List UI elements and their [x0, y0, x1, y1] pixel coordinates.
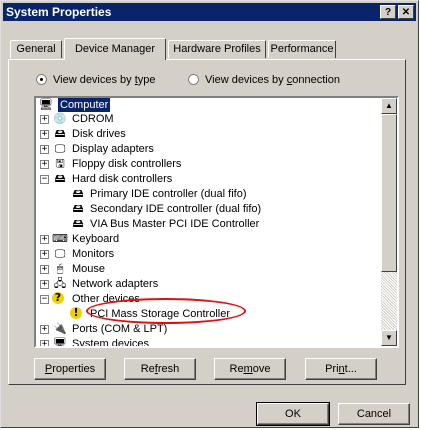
highlight-circle [86, 298, 246, 324]
warning-device-icon: ! [70, 307, 82, 319]
network-adapter-icon: 🖧 [53, 277, 67, 290]
arrow-up-icon: ▲ [385, 101, 393, 110]
collapse-icon[interactable]: − [40, 295, 49, 304]
scroll-down-button[interactable]: ▼ [381, 330, 397, 346]
cancel-button[interactable]: Cancel [338, 403, 410, 425]
properties-button[interactable]: Properties [34, 358, 106, 380]
button-label: Re [140, 363, 155, 375]
option-label-rest: ype [137, 74, 156, 86]
button-label: OK [285, 408, 301, 420]
hard-disk-controller-icon: 🖴 [54, 172, 66, 185]
tree-item-label: System devices [72, 338, 150, 348]
expand-icon[interactable]: + [40, 130, 49, 139]
ide-controller-icon: 🖴 [72, 217, 84, 230]
tab-hardware-profiles[interactable]: Hardware Profiles [168, 40, 266, 58]
tree-item-label: Disk drives [72, 128, 126, 140]
scroll-up-button[interactable]: ▲ [381, 98, 397, 114]
expand-icon[interactable]: + [40, 340, 49, 346]
cdrom-icon: 💿 [53, 112, 67, 125]
system-devices-icon: 🖥 [53, 337, 67, 348]
keyboard-icon: ⌨ [52, 232, 68, 245]
disk-drive-icon: 🖴 [54, 127, 66, 140]
expand-icon[interactable]: + [40, 235, 49, 244]
ide-controller-icon: 🖴 [72, 202, 84, 215]
display-adapter-icon: 🖵 [54, 142, 66, 155]
expand-icon[interactable]: + [40, 250, 49, 259]
expand-icon[interactable]: + [40, 160, 49, 169]
title-bar[interactable]: System Properties ? ✕ [3, 3, 416, 21]
refresh-button[interactable]: Refresh [124, 358, 196, 380]
close-button[interactable]: ✕ [398, 5, 414, 19]
help-button[interactable]: ? [380, 5, 396, 19]
button-label: Re [229, 363, 244, 375]
tree-item-label: Keyboard [72, 233, 120, 245]
monitor-icon: 🖵 [54, 247, 66, 260]
expand-icon[interactable]: + [40, 280, 49, 289]
button-label-rest: t... [344, 363, 357, 375]
window-title: System Properties [6, 5, 112, 19]
tree-item-label: Monitors [72, 248, 115, 260]
button-label: roperties [52, 363, 96, 375]
help-icon: ? [384, 7, 392, 18]
tab-performance[interactable]: Performance [268, 40, 336, 58]
expand-icon[interactable]: + [40, 145, 49, 154]
print-button[interactable]: Print... [305, 358, 377, 380]
button-label-rest: ove [252, 363, 271, 375]
tree-item-label: CDROM [72, 113, 114, 125]
tab-label: Device Manager [74, 43, 156, 55]
mouse-icon: 🖱 [56, 262, 64, 275]
button-label: Cancel [356, 408, 392, 420]
ok-button[interactable]: OK [256, 402, 330, 426]
tree-item-label: Mouse [72, 263, 106, 275]
tree-item-label: Secondary IDE controller (dual fifo) [90, 203, 262, 215]
view-by-connection-option[interactable]: View devices by connection [188, 73, 340, 87]
tree-item-label: Hard disk controllers [72, 173, 173, 185]
expand-icon[interactable]: + [40, 325, 49, 334]
tab-label: Hardware Profiles [173, 43, 261, 55]
button-label-rest: resh [157, 363, 180, 375]
tree-item-label: Network adapters [72, 278, 159, 290]
port-icon: 🔌 [53, 322, 67, 335]
unknown-device-icon: ? [52, 292, 64, 304]
tab-general[interactable]: General [10, 40, 62, 58]
collapse-icon[interactable]: − [40, 175, 49, 184]
arrow-down-icon: ▼ [385, 333, 393, 342]
floppy-controller-icon: 🖫 [55, 157, 65, 170]
tab-label: General [16, 43, 56, 55]
option-label: View devices by [53, 74, 135, 86]
radio-button-selected[interactable] [36, 74, 47, 85]
close-icon: ✕ [401, 7, 411, 18]
expand-icon[interactable]: + [40, 115, 49, 124]
tree-item-label: Primary IDE controller (dual fifo) [90, 188, 247, 200]
vertical-scrollbar[interactable]: ▲ ▼ [381, 98, 397, 346]
ide-controller-icon: 🖴 [72, 187, 84, 200]
computer-icon: 🖥 [39, 98, 53, 111]
button-label-accelerator: m [243, 363, 253, 375]
option-label-rest: onnection [292, 74, 340, 86]
option-label: View devices by [205, 74, 287, 86]
tree-item-label: Floppy disk controllers [72, 158, 182, 170]
radio-button[interactable] [188, 74, 199, 85]
tree-item-label: VIA Bus Master PCI IDE Controller [90, 218, 260, 230]
tab-label: Performance [270, 43, 334, 55]
expand-icon[interactable]: + [40, 265, 49, 274]
tree-item-label: Ports (COM & LPT) [72, 323, 168, 335]
tree-item-label: Computer [58, 98, 111, 112]
tab-device-manager[interactable]: Device Manager [64, 38, 166, 60]
tree-item-label: Display adapters [72, 143, 154, 155]
view-by-type-option[interactable]: View devices by type [36, 73, 156, 87]
scroll-thumb[interactable] [381, 114, 397, 272]
remove-button[interactable]: Remove [214, 358, 286, 380]
button-label: Pri [325, 363, 339, 375]
